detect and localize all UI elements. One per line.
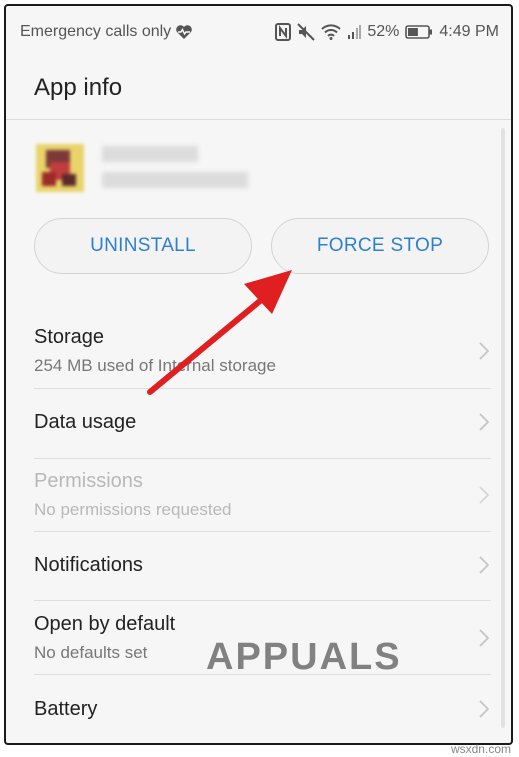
divider (34, 600, 491, 601)
wifi-icon (321, 24, 342, 40)
phone-screen: Emergency calls only 52% 4:49 PM App inf… (4, 4, 513, 745)
chevron-right-icon (479, 342, 490, 365)
app-version-placeholder (102, 172, 248, 188)
battery-title: Battery (34, 698, 98, 720)
open-by-default-title: Open by default (34, 613, 176, 635)
list-item-battery[interactable]: Battery (6, 676, 511, 738)
nfc-icon (275, 23, 292, 41)
signal-icon (347, 24, 362, 40)
chevron-right-icon (479, 413, 490, 436)
storage-title: Storage (34, 326, 105, 348)
list-item-data-usage[interactable]: Data usage (6, 389, 511, 451)
list-item-notifications[interactable]: Notifications (6, 532, 511, 594)
notifications-title: Notifications (34, 554, 143, 576)
data-usage-title: Data usage (34, 411, 137, 433)
status-bar: Emergency calls only 52% 4:49 PM (6, 6, 511, 58)
permissions-title: Permissions (34, 470, 143, 492)
clock: 4:49 PM (439, 23, 499, 40)
watermark-text: APPUALS (206, 636, 402, 678)
footer-domain: wsxdn.com (450, 742, 511, 756)
app-name-placeholder (102, 146, 198, 162)
uninstall-button[interactable]: UNINSTALL (34, 218, 252, 274)
mute-icon (297, 23, 316, 41)
open-by-default-subtitle: No defaults set (34, 643, 148, 662)
force-stop-button[interactable]: FORCE STOP (271, 218, 489, 274)
battery-percent: 52% (367, 23, 400, 40)
battery-icon (405, 25, 433, 39)
list-item-storage[interactable]: Storage 254 MB used of Internal storage (6, 316, 511, 388)
appuals-watermark: APPUALS (206, 636, 402, 679)
status-left: Emergency calls only (20, 23, 193, 41)
app-icon (36, 144, 84, 192)
chevron-right-icon (479, 486, 490, 509)
app-bar: App info (6, 58, 511, 120)
heart-pulse-icon (175, 24, 193, 40)
carrier-text: Emergency calls only (20, 23, 172, 40)
permissions-subtitle: No permissions requested (34, 500, 232, 519)
list-item-permissions: Permissions No permissions requested (6, 459, 511, 531)
page-title: App info (34, 74, 123, 101)
chevron-right-icon (479, 629, 490, 652)
status-right: 52% 4:49 PM (275, 23, 499, 41)
chevron-right-icon (479, 700, 490, 723)
storage-subtitle: 254 MB used of Internal storage (34, 356, 276, 375)
chevron-right-icon (479, 556, 490, 579)
